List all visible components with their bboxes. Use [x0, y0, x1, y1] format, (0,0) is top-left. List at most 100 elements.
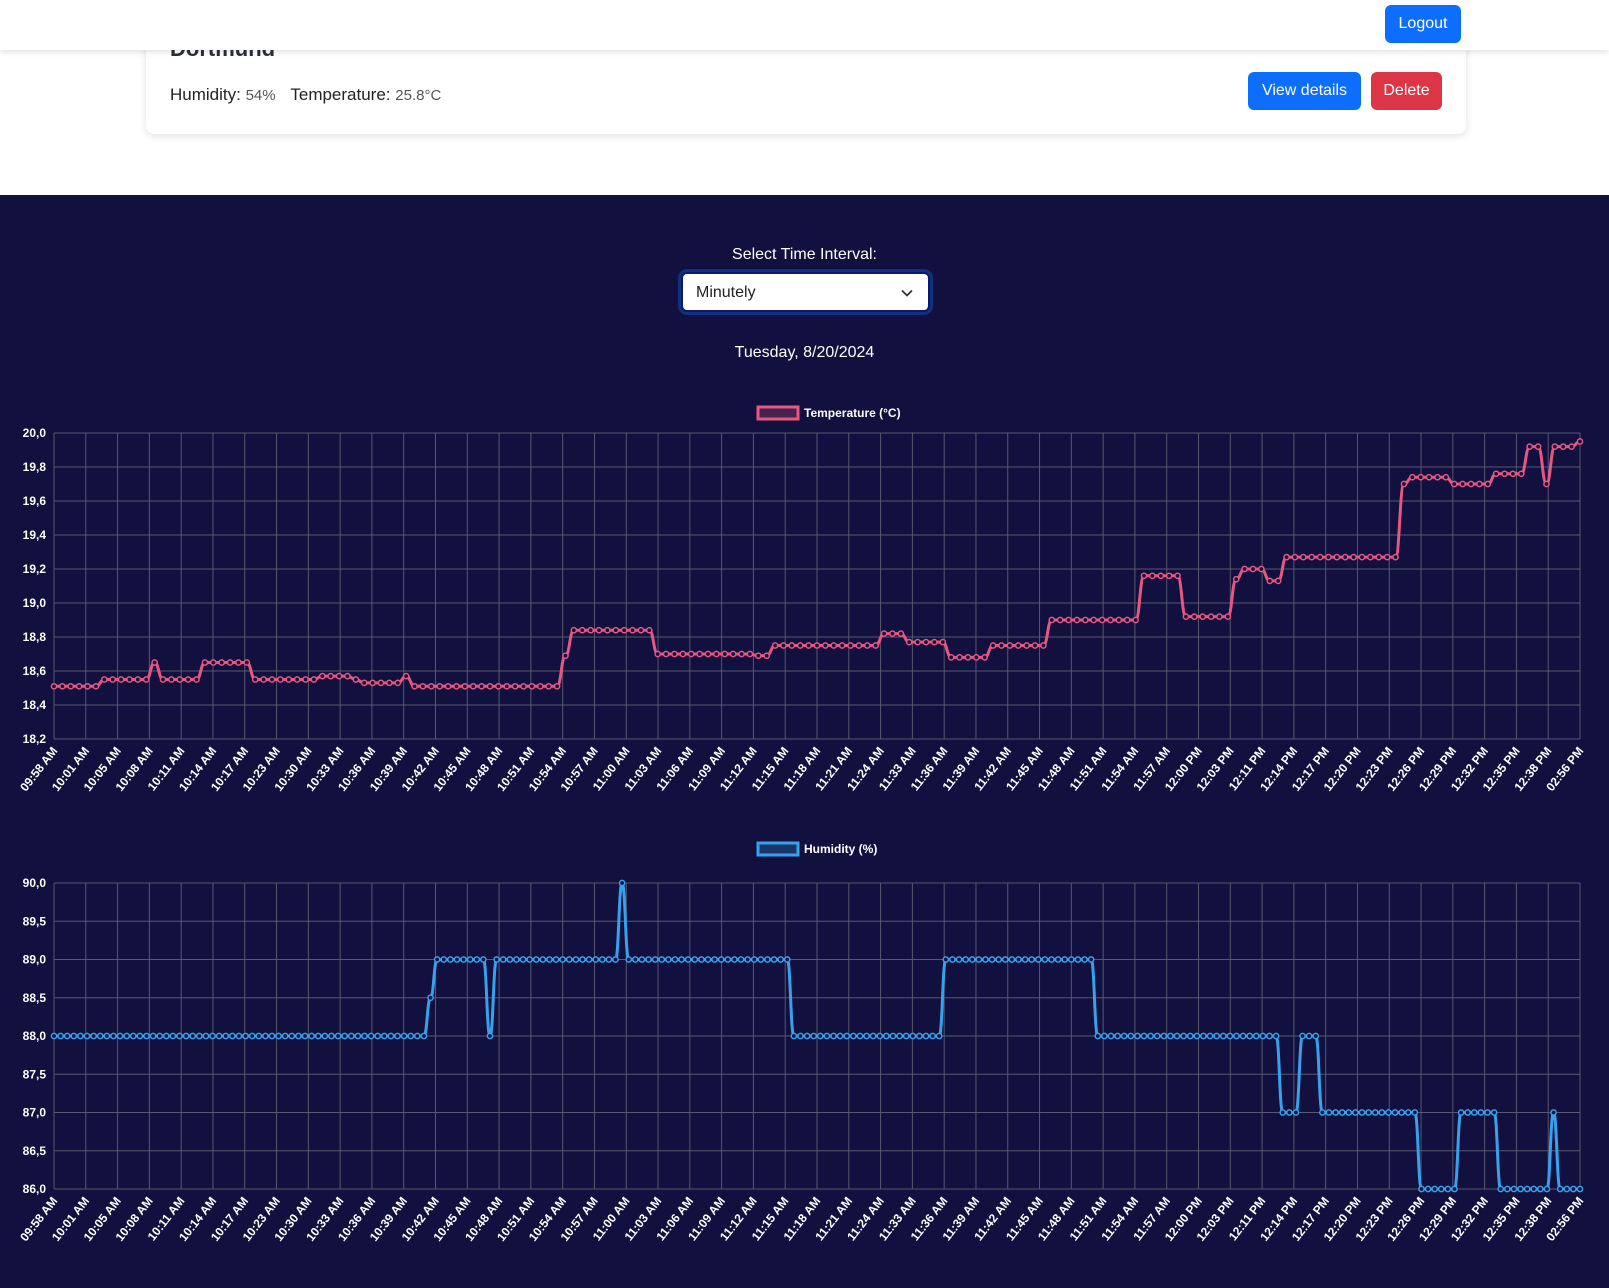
- view-details-button[interactable]: View details: [1248, 72, 1361, 110]
- data-point: [341, 1032, 349, 1040]
- data-point: [989, 642, 997, 649]
- data-point: [1333, 553, 1341, 561]
- data-point: [546, 956, 553, 963]
- data-point: [318, 672, 326, 680]
- data-point: [939, 638, 947, 646]
- data-point: [856, 1032, 864, 1040]
- data-point: [1367, 553, 1374, 561]
- data-point: [387, 1032, 395, 1040]
- data-point: [1252, 1032, 1260, 1040]
- data-point: [935, 1032, 943, 1040]
- data-point: [1492, 470, 1500, 478]
- data-point: [1279, 1109, 1287, 1116]
- data-point: [327, 672, 335, 680]
- humidity-chart: Humidity (%) 86,0 86,5 87,0 87,5 88,0 88,5 89,0…: [17, 841, 1586, 1244]
- data-point: [909, 1032, 917, 1040]
- data-point: [796, 642, 804, 649]
- data-point: [1101, 1032, 1108, 1040]
- data-point: [1425, 473, 1433, 481]
- data-point: [532, 956, 540, 963]
- data-point: [478, 682, 485, 690]
- data-point: [1291, 553, 1299, 561]
- data-point: [526, 956, 533, 963]
- data-point: [1484, 1109, 1491, 1116]
- data-point: [1418, 1185, 1425, 1193]
- data-point: [1167, 1032, 1174, 1040]
- data-point: [528, 682, 536, 690]
- data-point: [1523, 1185, 1531, 1193]
- interval-label: Select Time Interval:: [732, 246, 877, 263]
- data-point: [1186, 1032, 1194, 1040]
- data-point: [1464, 1109, 1472, 1116]
- data-point: [1081, 956, 1088, 963]
- data-point: [248, 1032, 256, 1040]
- humidity-value: 54%: [245, 87, 276, 104]
- legend-label: Temperature (°C): [804, 406, 901, 420]
- data-point: [110, 1032, 117, 1040]
- data-point: [810, 1032, 818, 1040]
- y-tick-label: 87,0: [23, 1106, 47, 1120]
- data-point: [162, 1032, 170, 1040]
- data-point: [1274, 577, 1282, 585]
- data-point: [1048, 956, 1055, 963]
- y-tick-label: 19,0: [23, 596, 47, 610]
- delete-button[interactable]: Delete: [1371, 72, 1442, 110]
- data-point: [847, 642, 854, 649]
- data-point: [1067, 956, 1075, 963]
- data-point: [1563, 1185, 1571, 1193]
- data-point: [629, 626, 636, 634]
- data-point: [360, 679, 368, 687]
- y-tick-label: 19,8: [23, 460, 47, 474]
- data-point: [1140, 1032, 1148, 1040]
- data-point: [59, 682, 66, 690]
- data-point: [1090, 616, 1098, 624]
- data-point: [1308, 553, 1316, 561]
- data-point: [92, 682, 100, 690]
- data-point: [1378, 1109, 1386, 1116]
- interval-select[interactable]: Minutely: [681, 272, 930, 312]
- data-point: [1123, 616, 1131, 624]
- data-point: [721, 650, 729, 658]
- y-tick-label: 20,0: [23, 426, 47, 440]
- data-point: [411, 682, 418, 690]
- data-point: [1219, 1032, 1227, 1040]
- data-point: [1190, 613, 1198, 620]
- data-point: [1127, 1032, 1135, 1040]
- data-point: [539, 956, 547, 963]
- data-point: [1232, 575, 1240, 583]
- data-point: [1408, 473, 1416, 481]
- data-point: [480, 956, 487, 963]
- data-point: [495, 682, 502, 690]
- data-point: [1065, 616, 1072, 624]
- data-point: [1149, 572, 1156, 580]
- data-point: [142, 676, 150, 683]
- data-point: [1459, 480, 1466, 488]
- data-point: [1081, 616, 1089, 624]
- data-point: [1484, 480, 1492, 488]
- data-point: [618, 879, 626, 887]
- data-point: [1226, 1032, 1234, 1040]
- data-point: [295, 1032, 302, 1040]
- data-point: [513, 956, 520, 963]
- data-point: [1497, 1185, 1505, 1193]
- y-tick-label: 86,5: [23, 1144, 47, 1158]
- data-point: [407, 1032, 415, 1040]
- data-point: [1014, 642, 1022, 649]
- data-point: [1246, 1032, 1254, 1040]
- data-point: [328, 1032, 335, 1040]
- data-point: [374, 1032, 382, 1040]
- data-point: [506, 956, 514, 963]
- data-point: [229, 1032, 236, 1040]
- data-point: [929, 1032, 936, 1040]
- data-point: [559, 956, 567, 963]
- data-point: [1258, 565, 1265, 573]
- data-point: [1054, 956, 1062, 963]
- data-point: [67, 682, 75, 690]
- logout-button[interactable]: Logout: [1385, 5, 1461, 43]
- data-point: [520, 682, 527, 690]
- humidity-label: Humidity:: [170, 85, 241, 104]
- data-point: [334, 1032, 342, 1040]
- data-point: [595, 626, 603, 634]
- data-point: [1375, 553, 1383, 561]
- data-point: [1061, 956, 1069, 963]
